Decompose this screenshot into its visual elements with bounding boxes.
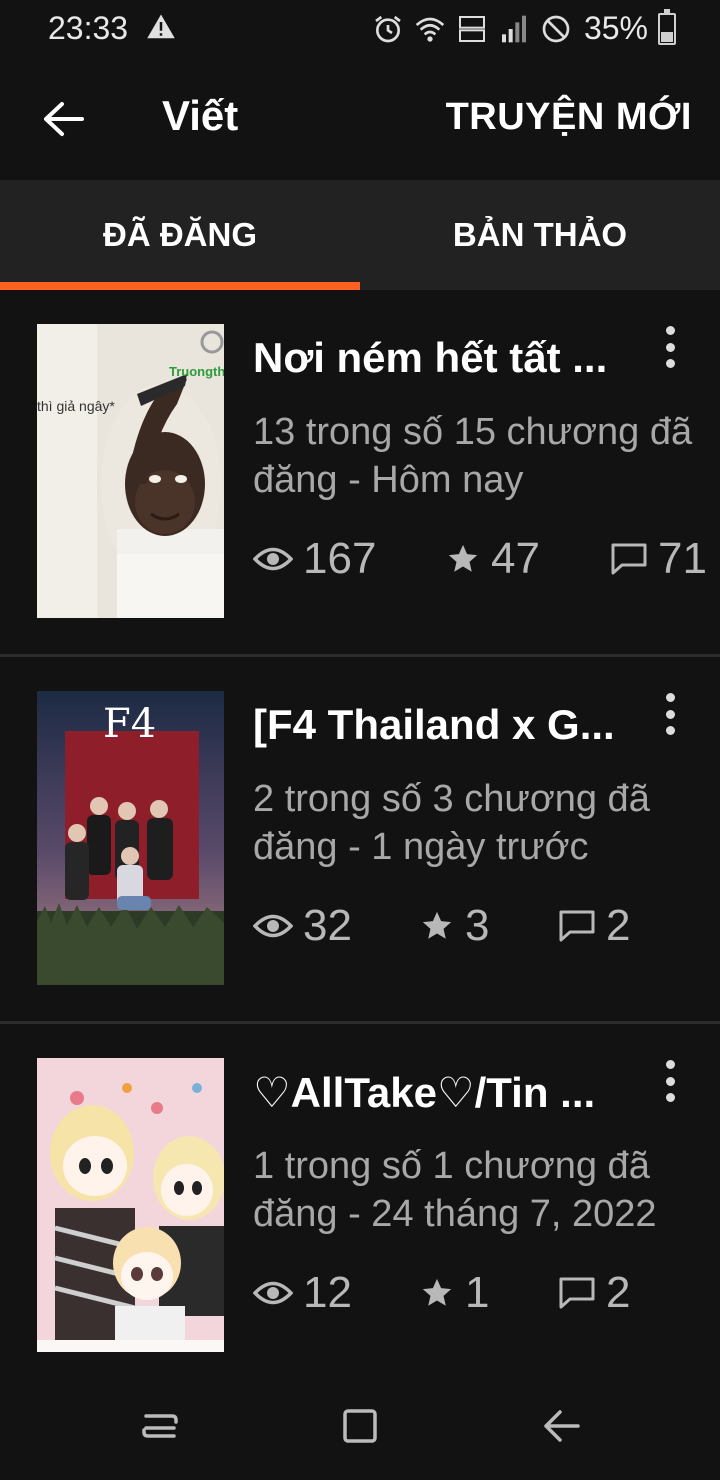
cover-logo: F4 <box>103 701 157 747</box>
cover-watermark: Truongth <box>169 364 224 379</box>
volte-icon <box>458 15 485 42</box>
tab-drafts[interactable]: BẢN THẢO <box>360 180 720 290</box>
wifi-icon <box>415 17 445 42</box>
story-meta: 13 trong số 15 chương đã đăng - Hôm nay <box>253 411 693 501</box>
story-item[interactable]: thì giả ngây* Truongth Nơi ném hết tất .… <box>0 290 720 657</box>
views-count: 12 <box>303 1268 352 1317</box>
new-story-button[interactable]: TRUYỆN MỚI <box>446 96 692 139</box>
signal-icon <box>501 15 526 42</box>
views-stat: 167 <box>253 534 376 584</box>
battery-icon <box>658 8 676 45</box>
battery-percent: 35% <box>583 10 648 46</box>
votes-count: 47 <box>491 534 540 583</box>
votes-count: 1 <box>465 1268 490 1317</box>
cover-image <box>37 1058 224 1352</box>
story-stats: 167 47 71 <box>253 534 720 594</box>
warning-icon <box>147 14 175 39</box>
system-nav-bar <box>0 1372 720 1480</box>
eye-icon <box>253 547 293 571</box>
votes-count: 3 <box>465 901 490 950</box>
comments-count: 2 <box>606 1268 631 1317</box>
comments-stat: 2 <box>558 901 630 951</box>
eye-icon <box>253 914 293 938</box>
story-title[interactable]: [F4 Thailand x G... <box>253 701 633 749</box>
story-meta: 1 trong số 1 chương đã đăng - 24 tháng 7… <box>253 1145 657 1235</box>
star-icon <box>422 911 452 939</box>
story-cover[interactable] <box>37 1058 224 1352</box>
tab-bar: ĐÃ ĐĂNG BẢN THẢO <box>0 180 720 290</box>
story-title[interactable]: ♡AllTake♡/Tin ... <box>253 1068 633 1117</box>
comments-stat: 2 <box>558 1268 630 1318</box>
alarm-icon <box>375 15 401 42</box>
nav-back-icon[interactable] <box>540 1406 584 1446</box>
comments-count: 71 <box>658 534 707 583</box>
votes-stat: 3 <box>419 901 489 951</box>
status-bar: 23:33 35% <box>0 0 720 56</box>
recent-apps-icon[interactable] <box>138 1406 182 1446</box>
home-icon[interactable] <box>338 1406 382 1446</box>
story-cover[interactable]: F4 <box>37 691 224 985</box>
more-options-icon[interactable] <box>658 689 682 739</box>
page-title: Viết <box>162 92 239 139</box>
app-bar: Viết TRUYỆN MỚI <box>0 56 720 180</box>
tab-published[interactable]: ĐÃ ĐĂNG <box>0 180 360 290</box>
arrow-left-icon <box>44 102 84 136</box>
views-count: 32 <box>303 901 352 950</box>
battery-level <box>661 31 673 42</box>
views-count: 167 <box>303 534 377 583</box>
status-icons: 35% <box>372 8 676 47</box>
cover-caption: thì giả ngây* <box>37 398 115 414</box>
views-stat: 12 <box>253 1268 352 1318</box>
story-stats: 32 3 2 <box>253 901 720 961</box>
comments-count: 2 <box>606 901 631 950</box>
more-options-icon[interactable] <box>658 322 682 372</box>
more-options-icon[interactable] <box>658 1056 682 1106</box>
story-item[interactable]: F4 [F4 Thailand x G... 2 trong số 3 chươ… <box>0 657 720 1024</box>
star-icon <box>448 544 478 572</box>
story-stats: 12 1 2 <box>253 1268 720 1328</box>
story-item[interactable]: ♡AllTake♡/Tin ... 1 trong số 1 chương đã… <box>0 1024 720 1372</box>
votes-stat: 1 <box>419 1268 489 1318</box>
dnd-icon <box>542 15 570 42</box>
comment-icon <box>611 543 647 575</box>
back-button[interactable] <box>38 94 88 144</box>
comment-icon <box>559 910 595 942</box>
comment-icon <box>559 1277 595 1309</box>
story-list: thì giả ngây* Truongth Nơi ném hết tất .… <box>0 290 720 1372</box>
views-stat: 32 <box>253 901 352 951</box>
comments-stat: 71 <box>610 534 707 584</box>
votes-stat: 47 <box>445 534 540 584</box>
status-time: 23:33 <box>48 10 129 46</box>
eye-icon <box>253 1281 293 1305</box>
story-meta: 2 trong số 3 chương đã đăng - 1 ngày trư… <box>253 778 650 868</box>
star-icon <box>422 1278 452 1306</box>
story-title[interactable]: Nơi ném hết tất ... <box>253 334 633 382</box>
story-cover[interactable]: thì giả ngây* Truongth <box>37 324 224 618</box>
